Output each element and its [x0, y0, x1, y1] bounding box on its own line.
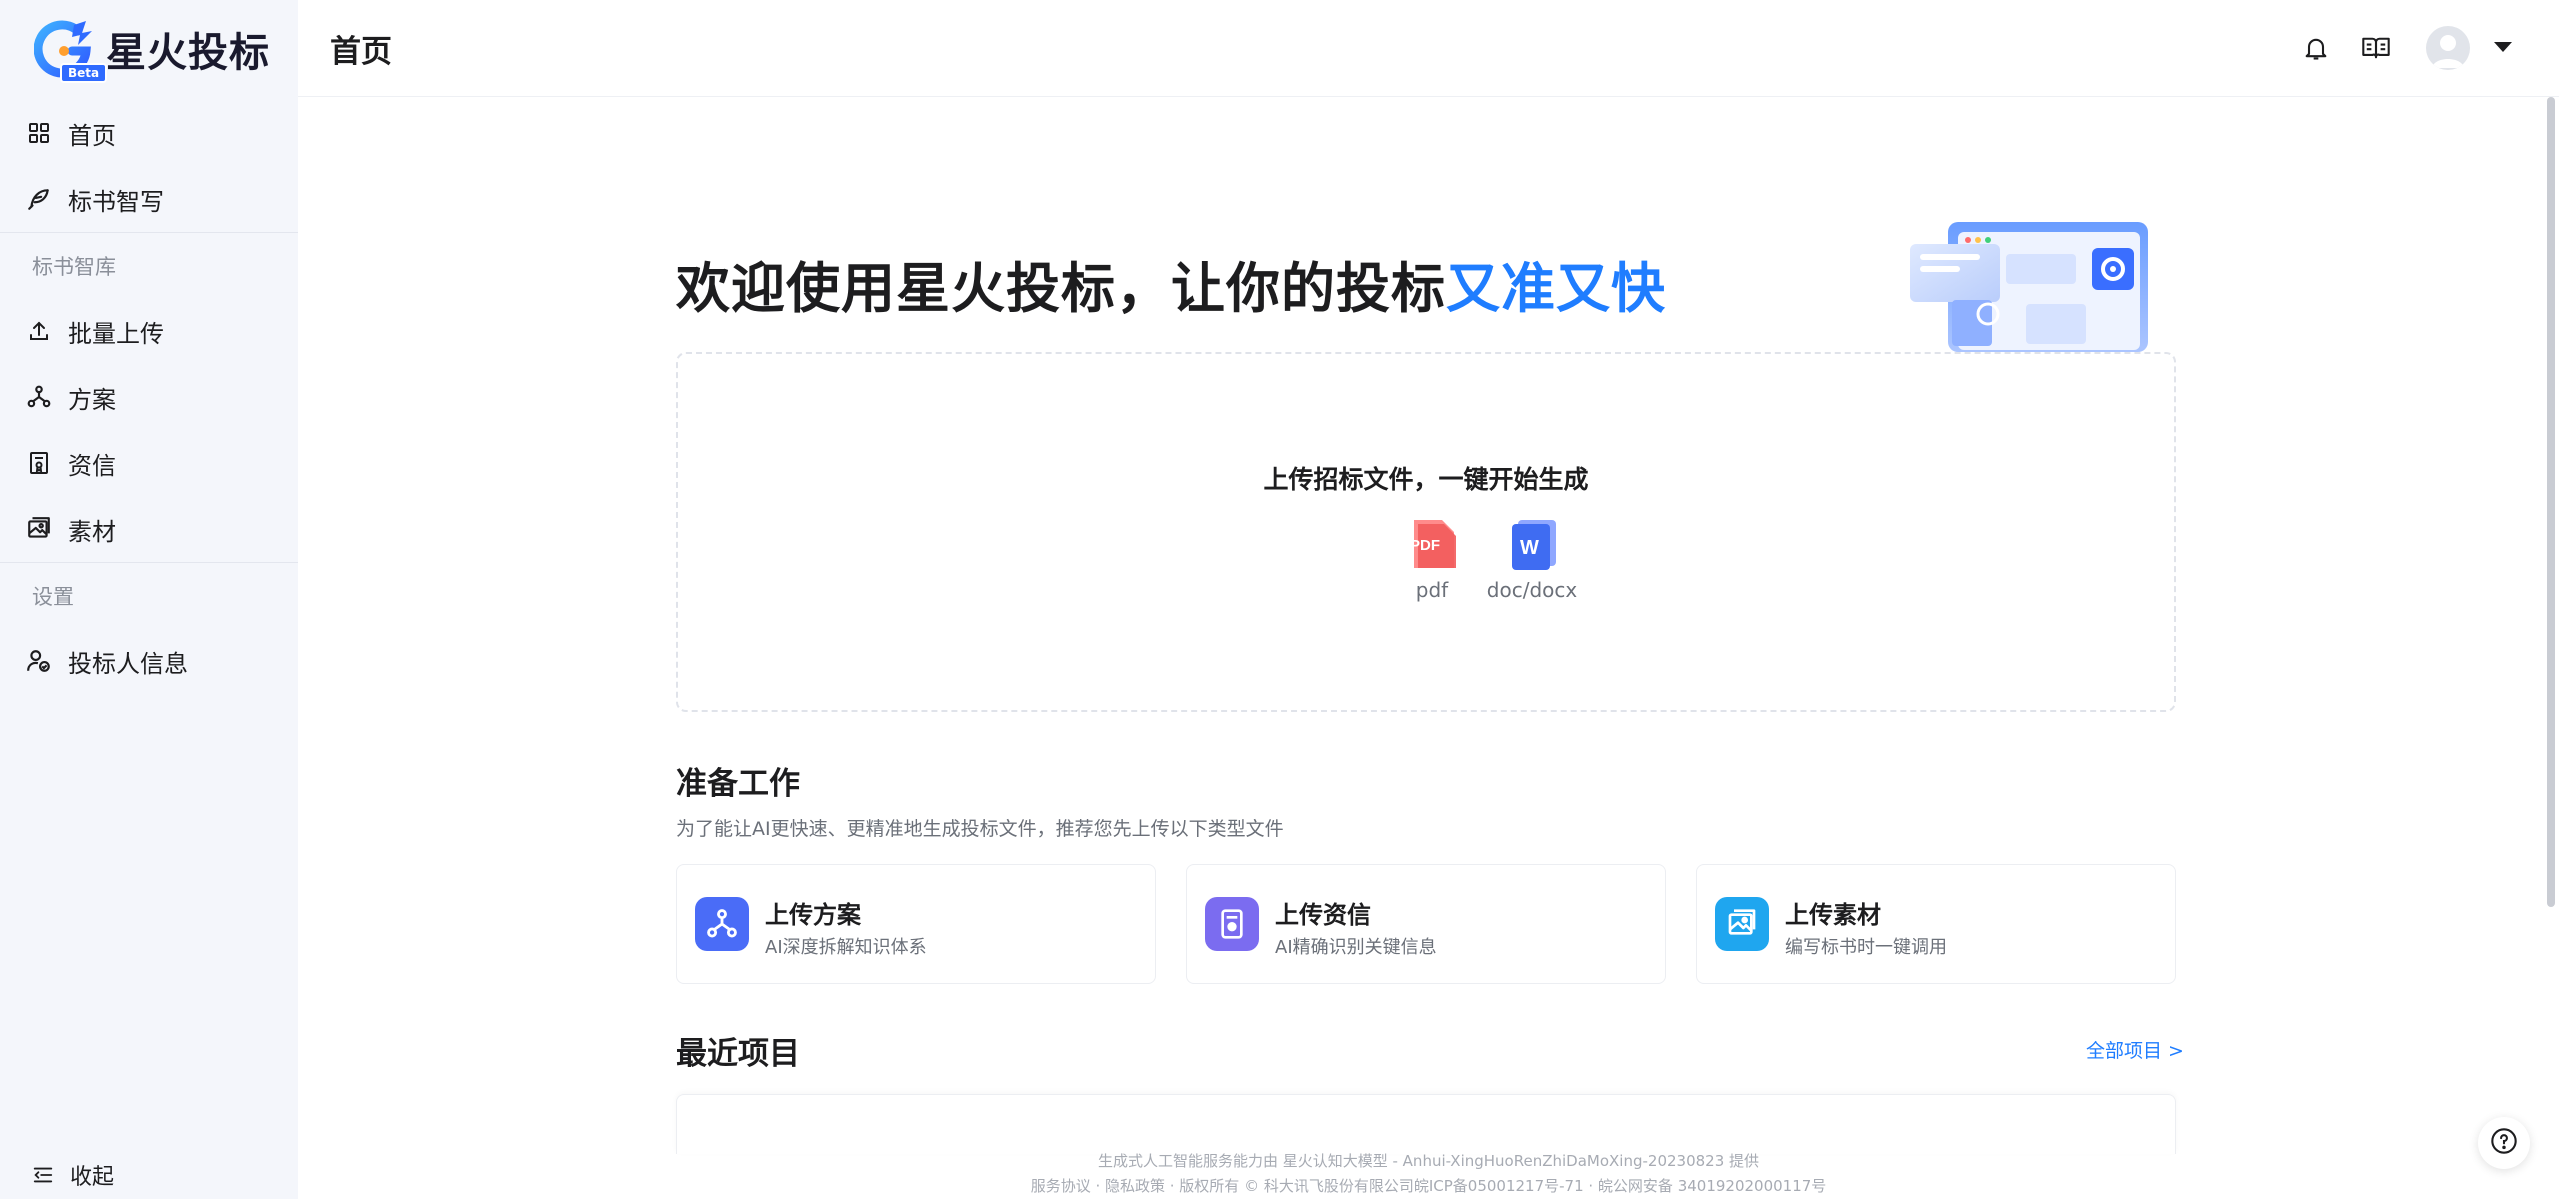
- question-icon: [2490, 1127, 2518, 1159]
- prep-section-title: 准备工作: [676, 758, 800, 803]
- pdf-file-icon-text: PDF: [1410, 537, 1440, 554]
- sidebar-item-batch-upload[interactable]: 批量上传: [0, 298, 298, 364]
- section-settings-heading: 设置: [0, 562, 298, 628]
- filetype-label: doc/docx: [1472, 578, 1592, 602]
- sidebar-item-smart-write[interactable]: 标书智写: [0, 166, 298, 232]
- collapse-menu-icon: [32, 1164, 54, 1186]
- upload-credentials-card[interactable]: 上传资信 AI精确识别关键信息: [1186, 864, 1666, 984]
- word-file-icon-text: W: [1520, 537, 1539, 559]
- sidebar-item-plan[interactable]: 方案: [0, 364, 298, 430]
- sidebar-item-label: 批量上传: [68, 314, 164, 349]
- card-title: 上传素材: [1785, 895, 1881, 930]
- nodes-icon: [695, 897, 749, 951]
- help-button[interactable]: [2478, 1117, 2530, 1169]
- spark-logo-icon: Beta: [34, 17, 98, 81]
- sidebar-item-label: 资信: [68, 446, 116, 481]
- bell-icon[interactable]: [2298, 30, 2334, 66]
- images-icon: [1715, 897, 1769, 951]
- certificate-icon: [26, 450, 52, 476]
- sidebar-item-label: 方案: [68, 380, 116, 415]
- footer-legal[interactable]: 服务协议 · 隐私政策 · 版权所有 © 科大讯飞股份有限公司皖ICP备0500…: [298, 1175, 2559, 1196]
- footer-model-notice: 生成式人工智能服务能力由 星火认知大模型 - Anhui-XingHuoRenZ…: [298, 1150, 2559, 1171]
- bid-file-upload-dropzone[interactable]: 上传招标文件，一键开始生成 PDF pdf W doc/docx: [676, 352, 2176, 712]
- brand-logo[interactable]: Beta 星火投标: [34, 16, 270, 82]
- feather-pen-icon: [26, 186, 52, 212]
- grid-icon: [26, 120, 52, 146]
- sidebar-item-label: 首页: [68, 116, 116, 151]
- sidebar-nav: 首页 标书智写 标书智库 批量上传 方案 资信: [0, 100, 298, 694]
- brand-name: 星火投标: [106, 20, 270, 78]
- upload-materials-card[interactable]: 上传素材 编写标书时一键调用: [1696, 864, 2176, 984]
- sidebar-item-label: 标书智写: [68, 182, 164, 217]
- card-description: AI精确识别关键信息: [1275, 933, 1437, 959]
- sidebar-item-bidder-info[interactable]: 投标人信息: [0, 628, 298, 694]
- recent-projects-title: 最近项目: [676, 1028, 800, 1073]
- sidebar-item-materials[interactable]: 素材: [0, 496, 298, 562]
- filetype-doc: W doc/docx: [1472, 518, 1592, 602]
- welcome-heading: 欢迎使用星火投标，让你的投标又准又快: [676, 244, 1666, 323]
- sidebar: Beta 星火投标 首页 标书智写 标书智库 批量上传: [0, 0, 298, 1199]
- page-title: 首页: [330, 26, 392, 71]
- welcome-highlight: 又准又快: [1446, 257, 1666, 320]
- book-icon[interactable]: [2358, 30, 2394, 66]
- top-header: 首页: [298, 0, 2559, 97]
- recent-projects-panel: [676, 1094, 2176, 1154]
- person-badge-icon: [26, 648, 52, 674]
- avatar[interactable]: [2426, 26, 2470, 70]
- card-title: 上传资信: [1275, 895, 1371, 930]
- section-library-heading: 标书智库: [0, 232, 298, 298]
- card-description: AI深度拆解知识体系: [765, 933, 927, 959]
- sidebar-item-home[interactable]: 首页: [0, 100, 298, 166]
- upload-icon: [26, 318, 52, 344]
- all-projects-link[interactable]: 全部项目 >: [2086, 1036, 2184, 1063]
- upload-plan-card[interactable]: 上传方案 AI深度拆解知识体系: [676, 864, 1156, 984]
- upload-title: 上传招标文件，一键开始生成: [678, 460, 2174, 496]
- beta-badge: Beta: [60, 63, 107, 83]
- sidebar-item-label: 素材: [68, 512, 116, 547]
- word-file-icon: W: [1504, 518, 1560, 570]
- sidebar-item-label: 投标人信息: [68, 644, 188, 679]
- card-title: 上传方案: [765, 895, 861, 930]
- collapse-sidebar-button[interactable]: 收起: [0, 1150, 114, 1199]
- card-description: 编写标书时一键调用: [1785, 933, 1947, 959]
- certificate-icon: [1205, 897, 1259, 951]
- hero-illustration: [1908, 214, 2154, 354]
- pdf-file-icon: PDF: [1404, 518, 1460, 570]
- nodes-icon: [26, 384, 52, 410]
- vertical-scrollbar[interactable]: [2547, 97, 2555, 907]
- prep-section-subtitle: 为了能让AI更快速、更精准地生成投标文件，推荐您先上传以下类型文件: [676, 814, 1284, 841]
- chevron-down-icon[interactable]: [2494, 42, 2512, 52]
- images-icon: [26, 516, 52, 542]
- welcome-prefix: 欢迎使用星火投标，让你的投标: [676, 257, 1446, 320]
- collapse-label: 收起: [70, 1159, 114, 1191]
- sidebar-item-credentials[interactable]: 资信: [0, 430, 298, 496]
